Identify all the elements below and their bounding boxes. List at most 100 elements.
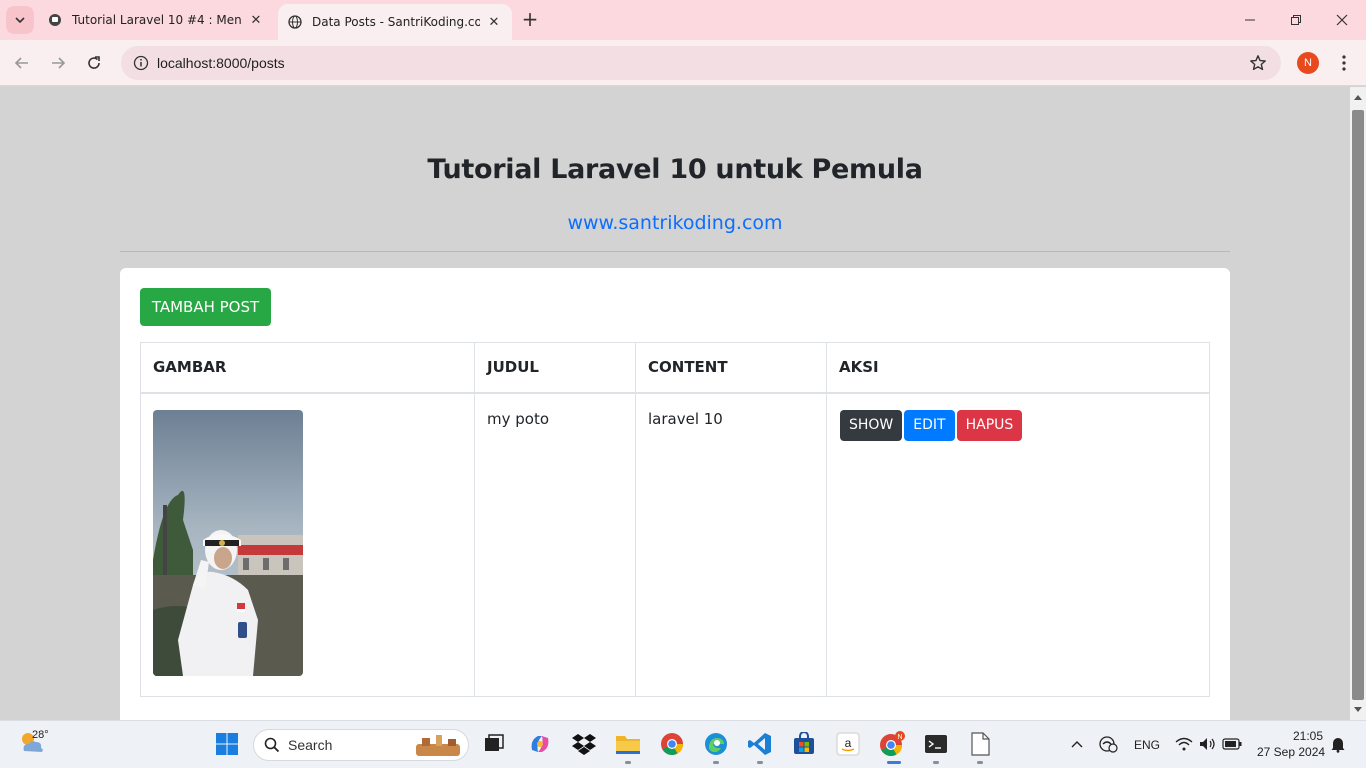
restore-button[interactable]: [1286, 10, 1306, 30]
search-placeholder: Search: [288, 737, 333, 753]
column-header-content: CONTENT: [635, 342, 827, 394]
chrome-profile-icon: N: [880, 731, 905, 756]
restore-icon: [1291, 15, 1301, 25]
task-view-button[interactable]: [481, 731, 507, 757]
running-indicator: [933, 761, 939, 764]
svg-text:a: a: [845, 736, 852, 750]
reload-icon: [88, 56, 100, 69]
store-button[interactable]: [791, 731, 817, 757]
folder-icon: [616, 736, 640, 754]
image-cell: [140, 392, 475, 697]
task-view-icon: [485, 734, 504, 751]
tab-title: Data Posts - SantriKoding.com: [312, 15, 480, 29]
new-tab-button[interactable]: +: [520, 9, 540, 29]
table-header-row: GAMBAR JUDUL CONTENT AKSI: [140, 342, 1210, 394]
dropbox-icon: [572, 734, 596, 755]
notepad-button[interactable]: [967, 731, 993, 757]
close-tab-icon[interactable]: ✕: [486, 14, 502, 30]
running-indicator: [625, 761, 631, 764]
address-bar[interactable]: localhost:8000/posts: [121, 46, 1281, 80]
language-indicator[interactable]: ENG: [1134, 738, 1160, 752]
taskbar: 28° Search a N ENG 21:05 27 Sep 2024: [0, 720, 1366, 768]
vscode-button[interactable]: [747, 731, 773, 757]
chrome-profile-button[interactable]: N: [879, 731, 905, 757]
copilot-icon: [531, 736, 549, 752]
table-row: my poto laravel 10 SHOW EDIT HAPUS: [140, 392, 1210, 697]
edit-button[interactable]: EDIT: [904, 409, 955, 441]
page-viewport: Tutorial Laravel 10 untuk Pemula www.san…: [0, 87, 1350, 720]
show-hidden-icons-button[interactable]: [1064, 731, 1090, 757]
content-cell: laravel 10: [635, 392, 827, 697]
store-icon: [794, 732, 814, 754]
dropbox-button[interactable]: [571, 731, 597, 757]
copilot-button[interactable]: [527, 731, 553, 757]
running-indicator: [977, 761, 983, 764]
page-scrollbar[interactable]: [1350, 87, 1366, 720]
chrome-button[interactable]: [659, 731, 685, 757]
browser-menu-button[interactable]: [1334, 52, 1354, 74]
back-button[interactable]: [11, 52, 33, 74]
start-button[interactable]: [214, 731, 240, 757]
weather-widget[interactable]: 28°: [18, 729, 58, 761]
site-info-icon[interactable]: [133, 55, 149, 71]
running-indicator: [713, 761, 719, 764]
file-icon: [971, 732, 990, 756]
wifi-button[interactable]: [1171, 731, 1197, 757]
minimize-button[interactable]: [1240, 10, 1260, 30]
battery-icon: [1222, 738, 1242, 750]
scroll-down-icon[interactable]: [1354, 707, 1362, 712]
tab-search-button[interactable]: [6, 6, 34, 34]
tab-title: Tutorial Laravel 10 #4 : Menamp: [72, 13, 242, 27]
delete-button[interactable]: HAPUS: [956, 409, 1023, 441]
chevron-up-icon: [1071, 741, 1083, 748]
column-header-judul: JUDUL: [474, 342, 636, 394]
edge-button[interactable]: [703, 731, 729, 757]
network-status-button[interactable]: [1095, 731, 1121, 757]
taskbar-search[interactable]: Search: [253, 729, 469, 761]
posts-card: TAMBAH POST GAMBAR JUDUL CONTENT AKSI my…: [120, 268, 1230, 720]
arrow-right-icon: [52, 57, 66, 69]
search-icon: [264, 737, 280, 753]
terminal-button[interactable]: [923, 731, 949, 757]
site-link[interactable]: www.santrikoding.com: [0, 212, 1350, 234]
globe-icon: [288, 15, 302, 29]
running-indicator-active: [887, 761, 901, 764]
wifi-icon: [1175, 737, 1193, 751]
search-highlight-icon: [416, 735, 460, 756]
volume-button[interactable]: [1195, 731, 1221, 757]
amazon-button[interactable]: a: [835, 731, 861, 757]
add-post-button[interactable]: TAMBAH POST: [140, 288, 271, 326]
profile-avatar[interactable]: N: [1297, 52, 1319, 74]
vscode-icon: [748, 733, 771, 755]
chrome-icon: [661, 733, 683, 755]
show-button[interactable]: SHOW: [840, 409, 903, 441]
browser-tab-1[interactable]: Tutorial Laravel 10 #4 : Menamp ✕: [38, 4, 274, 36]
weather-temp: 28°: [32, 729, 49, 741]
notifications-button[interactable]: [1325, 731, 1351, 757]
chevron-down-icon: [15, 17, 25, 24]
volume-icon: [1200, 738, 1215, 750]
arrow-left-icon: [14, 57, 28, 69]
page-title: Tutorial Laravel 10 untuk Pemula: [427, 154, 923, 185]
close-tab-icon[interactable]: ✕: [248, 12, 264, 28]
windows-logo-icon: [216, 733, 238, 755]
file-explorer-button[interactable]: [615, 731, 641, 757]
close-window-button[interactable]: [1332, 10, 1352, 30]
running-indicator: [757, 761, 763, 764]
battery-button[interactable]: [1219, 731, 1245, 757]
divider: [120, 251, 1230, 252]
forward-button[interactable]: [47, 52, 69, 74]
clock-date[interactable]: 27 Sep 2024: [1257, 745, 1325, 759]
clock-time[interactable]: 21:05: [1293, 729, 1323, 743]
url-text[interactable]: localhost:8000/posts: [157, 55, 285, 71]
bell-icon: [1331, 738, 1345, 753]
scrollbar-thumb[interactable]: [1352, 110, 1364, 700]
bookmark-star-icon[interactable]: [1249, 54, 1267, 72]
reload-button[interactable]: [83, 52, 105, 74]
edge-icon: [705, 733, 727, 755]
actions-cell: SHOW EDIT HAPUS: [826, 392, 1210, 697]
column-header-aksi: AKSI: [826, 342, 1210, 394]
scroll-up-icon[interactable]: [1354, 95, 1362, 100]
browser-tab-2[interactable]: Data Posts - SantriKoding.com ✕: [278, 4, 512, 40]
column-header-gambar: GAMBAR: [140, 342, 475, 394]
